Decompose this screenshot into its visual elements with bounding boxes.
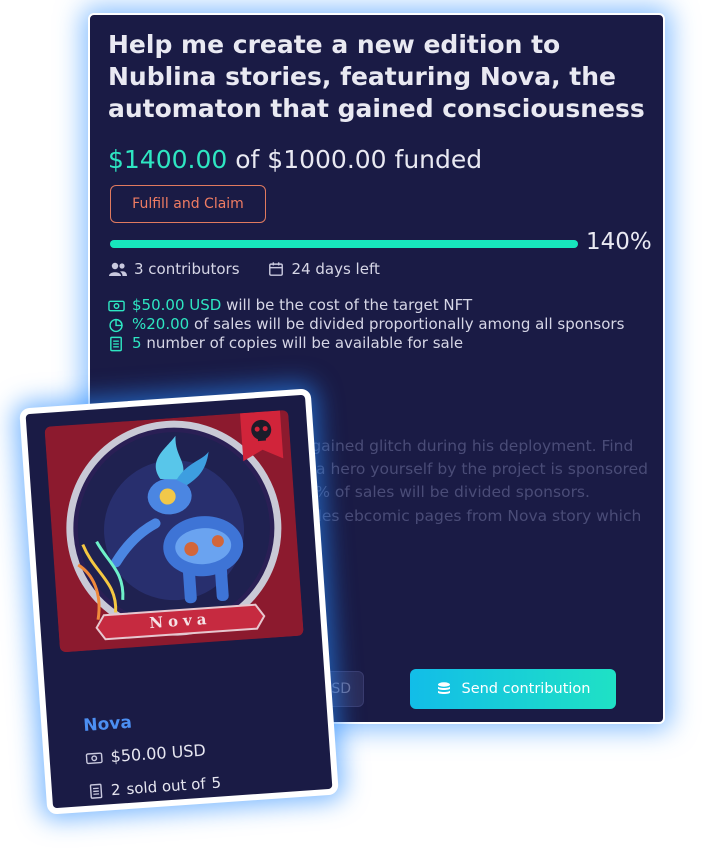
campaign-meta: 3 contributors 24 days left [108,260,380,278]
campaign-terms: $50.00 USD will be the cost of the targe… [108,296,653,353]
fulfill-claim-button[interactable]: Fulfill and Claim [110,185,266,223]
campaign-title: Help me create a new edition to Nublina … [108,30,645,123]
copies-icon [89,783,103,799]
send-contribution-label: Send contribution [461,681,591,697]
raised-amount: $1400.00 [108,145,228,174]
sold-text: sold out of [125,774,207,799]
nft-card[interactable]: Nova Nova $50.00 USD 2 sold out of 5 [19,388,339,815]
pie-chart-icon [109,318,123,333]
nft-cost-text: will be the cost of the target NFT [226,296,473,314]
days-left-group: 24 days left [266,260,380,278]
copies-text: number of copies will be available for s… [146,334,464,352]
progress-percent: 140% [586,229,652,255]
sales-share-line: %20.00 of sales will be divided proporti… [108,315,653,334]
contributors-count: 3 contributors [134,260,240,278]
nft-artwork: Nova [44,409,304,653]
progress-bar [110,240,578,248]
copies-value: 5 [132,334,142,352]
days-left: 24 days left [291,260,380,278]
send-contribution-button[interactable]: Send contribution [410,669,616,709]
total-copies: 5 [210,773,222,793]
coins-icon [438,682,451,694]
funding-summary: $1400.00 of $1000.00 funded [108,145,482,174]
card-sold-status: 2 sold out of 5 [87,773,222,801]
nft-cost-value: $50.00 USD [132,296,222,314]
copies-line: 5 number of copies will be available for… [108,334,653,353]
card-price-value: $50.00 USD [109,740,207,767]
stage: Help me create a new edition to Nublina … [0,0,711,856]
sales-share-value: %20.00 [132,315,190,333]
calendar-icon [268,262,283,276]
progress-fill [110,240,578,248]
goal-text: of $1000.00 funded [235,145,483,174]
nft-cost-line: $50.00 USD will be the cost of the targe… [108,296,653,315]
money-icon [85,751,103,764]
sales-share-text: of sales will be divided proportionally … [193,315,625,333]
card-price: $50.00 USD [85,741,206,768]
sold-count: 2 [110,780,122,800]
copies-icon [110,336,122,352]
card-name: Nova [82,712,133,736]
money-icon [108,300,125,312]
contributors-icon [109,262,127,276]
